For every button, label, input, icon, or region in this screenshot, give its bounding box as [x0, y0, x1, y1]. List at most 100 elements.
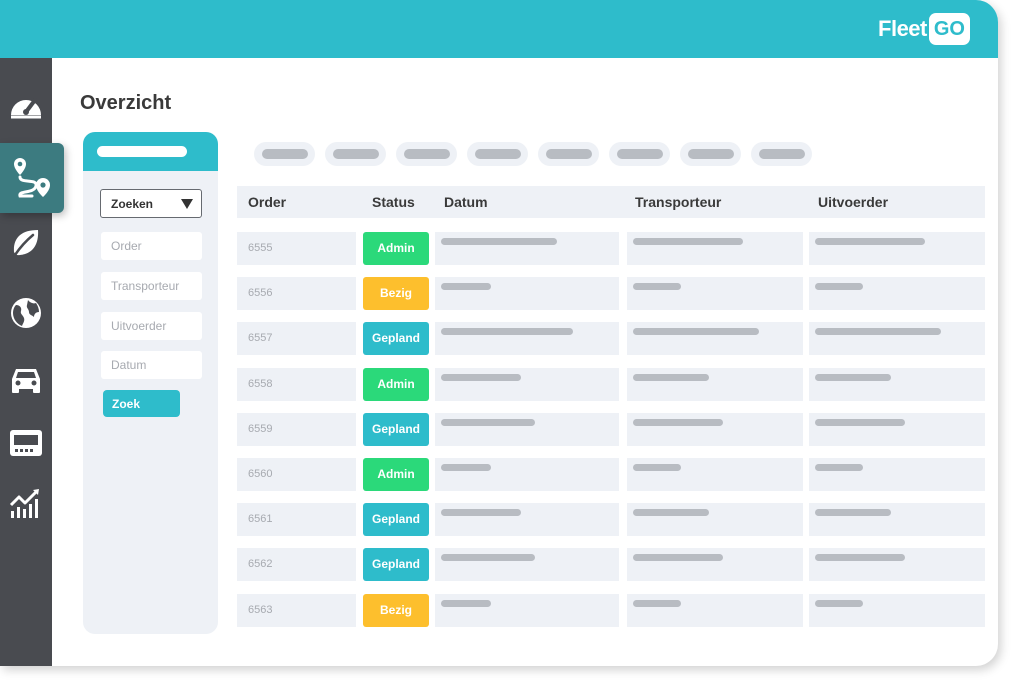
table-row[interactable]: 6562 Gepland [237, 548, 985, 581]
order-field[interactable]: Order [101, 232, 202, 260]
uitvoerder-cell [809, 368, 985, 401]
datum-placeholder [441, 600, 491, 607]
transporteur-placeholder [633, 419, 723, 426]
datum-placeholder [441, 283, 491, 290]
transporteur-cell [627, 413, 803, 446]
status-badge: Gepland [363, 548, 429, 581]
sidebar-item-dashboard[interactable] [0, 74, 52, 136]
datum-placeholder [441, 238, 557, 245]
uitvoerder-cell [809, 458, 985, 491]
datum-placeholder [441, 374, 521, 381]
transporteur-placeholder [633, 464, 681, 471]
transporteur-field[interactable]: Transporteur [101, 272, 202, 300]
status-badge: Bezig [363, 277, 429, 310]
table-header: Order Status Datum Transporteur Uitvoerd… [237, 186, 985, 218]
transporteur-cell [627, 548, 803, 581]
transporteur-placeholder [633, 238, 743, 245]
transporteur-cell [627, 368, 803, 401]
table-row[interactable]: 6555 Admin [237, 232, 985, 265]
route-icon [14, 158, 50, 198]
fleetgo-logo[interactable]: Fleet GO [878, 12, 970, 46]
order-number: 6562 [237, 548, 356, 581]
filter-tab[interactable] [396, 142, 457, 166]
transporteur-cell [627, 232, 803, 265]
status-badge: Gepland [363, 503, 429, 536]
uitvoerder-placeholder [815, 464, 863, 471]
filter-tab[interactable] [467, 142, 528, 166]
order-number: 6556 [237, 277, 356, 310]
filter-tab[interactable] [680, 142, 741, 166]
table-row[interactable]: 6557 Gepland [237, 322, 985, 355]
column-header-uitvoerder[interactable]: Uitvoerder [818, 186, 888, 218]
uitvoerder-cell [809, 594, 985, 627]
filter-tab[interactable] [254, 142, 315, 166]
filter-panel: Zoeken Order Transporteur Uitvoerder Dat… [83, 132, 218, 634]
filter-header-placeholder [97, 146, 187, 157]
filter-tabs [254, 142, 812, 166]
datum-cell [435, 548, 619, 581]
table-row[interactable]: 6556 Bezig [237, 277, 985, 310]
datum-cell [435, 277, 619, 310]
uitvoerder-cell [809, 413, 985, 446]
filter-tab[interactable] [538, 142, 599, 166]
transporteur-cell [627, 503, 803, 536]
globe-icon [11, 298, 41, 328]
uitvoerder-cell [809, 548, 985, 581]
datum-cell [435, 413, 619, 446]
column-header-status[interactable]: Status [372, 186, 415, 218]
transporteur-placeholder [633, 554, 723, 561]
transporteur-placeholder [633, 328, 759, 335]
table-row[interactable]: 6563 Bezig [237, 594, 985, 627]
caret-down-icon [181, 199, 193, 209]
transporteur-cell [627, 322, 803, 355]
sidebar-item-devices[interactable] [0, 412, 52, 474]
card-reader-icon [10, 430, 42, 456]
uitvoerder-placeholder [815, 374, 891, 381]
sidebar-item-reports[interactable] [0, 472, 52, 534]
search-button[interactable]: Zoek [103, 390, 180, 417]
search-type-select[interactable]: Zoeken [100, 189, 202, 218]
table-row[interactable]: 6561 Gepland [237, 503, 985, 536]
order-number: 6560 [237, 458, 356, 491]
table-row[interactable]: 6559 Gepland [237, 413, 985, 446]
uitvoerder-placeholder [815, 509, 891, 516]
datum-cell [435, 458, 619, 491]
column-header-transporteur[interactable]: Transporteur [635, 186, 721, 218]
order-number: 6561 [237, 503, 356, 536]
datum-field[interactable]: Datum [101, 351, 202, 379]
transporteur-cell [627, 458, 803, 491]
datum-cell [435, 503, 619, 536]
uitvoerder-cell [809, 232, 985, 265]
sidebar-item-eco[interactable] [0, 212, 52, 274]
uitvoerder-placeholder [815, 554, 905, 561]
sidebar-item-map[interactable] [0, 282, 52, 344]
filter-tab[interactable] [609, 142, 670, 166]
sidebar-item-vehicles[interactable] [0, 348, 52, 410]
order-number: 6558 [237, 368, 356, 401]
status-badge: Gepland [363, 413, 429, 446]
sidebar [0, 58, 64, 666]
uitvoerder-placeholder [815, 419, 905, 426]
status-badge: Bezig [363, 594, 429, 627]
order-number: 6559 [237, 413, 356, 446]
top-bar: Fleet GO [0, 0, 998, 58]
datum-placeholder [441, 464, 491, 471]
filter-tab[interactable] [325, 142, 386, 166]
column-header-order[interactable]: Order [248, 186, 286, 218]
datum-placeholder [441, 328, 573, 335]
uitvoerder-cell [809, 322, 985, 355]
uitvoerder-field[interactable]: Uitvoerder [101, 312, 202, 340]
table-row[interactable]: 6558 Admin [237, 368, 985, 401]
filter-panel-header [83, 132, 218, 171]
status-badge: Admin [363, 232, 429, 265]
status-badge: Admin [363, 458, 429, 491]
table-row[interactable]: 6560 Admin [237, 458, 985, 491]
transporteur-cell [627, 594, 803, 627]
search-type-value: Zoeken [111, 196, 154, 211]
column-header-datum[interactable]: Datum [444, 186, 488, 218]
uitvoerder-placeholder [815, 328, 941, 335]
transporteur-placeholder [633, 374, 709, 381]
sidebar-item-routes[interactable] [0, 143, 64, 213]
filter-tab[interactable] [751, 142, 812, 166]
order-number: 6557 [237, 322, 356, 355]
